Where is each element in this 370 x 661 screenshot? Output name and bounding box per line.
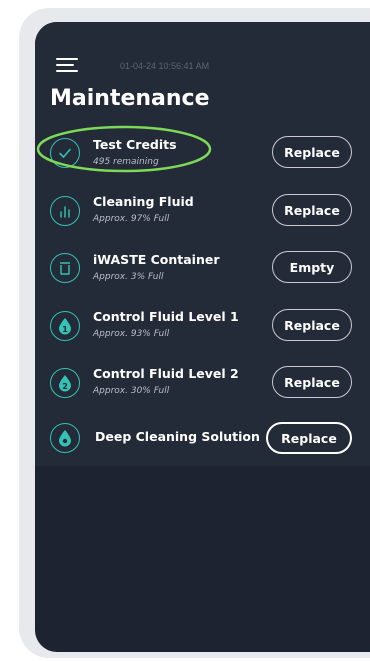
item-name: Cleaning Fluid (93, 194, 194, 209)
replace-control-fluid-1-button[interactable]: Replace (272, 309, 352, 341)
drop-lock-icon (50, 423, 80, 453)
item-status: Approx. 30% Full (93, 386, 170, 396)
drop-2-icon: 2 (50, 368, 80, 398)
replace-deep-cleaning-button[interactable]: Replace (266, 422, 352, 454)
item-status: Approx. 97% Full (93, 214, 170, 224)
item-status: Approx. 93% Full (93, 329, 170, 339)
replace-control-fluid-2-button[interactable]: Replace (272, 366, 352, 398)
empty-iwaste-button[interactable]: Empty (272, 251, 352, 283)
datetime-label: 01-04-24 10:56:41 AM (120, 61, 210, 71)
item-status: Approx. 3% Full (93, 272, 164, 282)
item-name: Deep Cleaning Solution (95, 429, 260, 444)
replace-test-credits-button[interactable]: Replace (272, 136, 352, 168)
svg-text:1: 1 (62, 325, 68, 334)
trash-icon (50, 253, 80, 283)
item-name: Control Fluid Level 1 (93, 309, 239, 324)
svg-text:2: 2 (62, 382, 68, 391)
replace-cleaning-fluid-button[interactable]: Replace (272, 194, 352, 226)
item-name: Control Fluid Level 2 (93, 366, 239, 381)
fluid-level-icon (50, 196, 80, 226)
page-title: Maintenance (50, 86, 210, 111)
highlight-ellipse (36, 125, 212, 173)
hamburger-menu-icon[interactable] (56, 58, 78, 74)
item-name: iWASTE Container (93, 252, 220, 267)
drop-1-icon: 1 (50, 311, 80, 341)
